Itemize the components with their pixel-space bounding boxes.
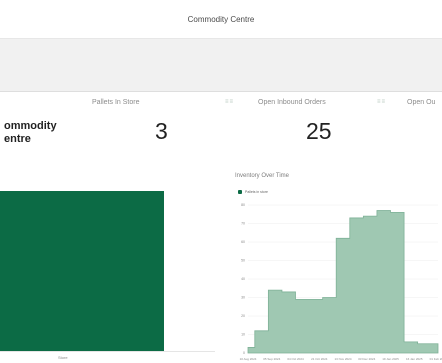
chart-title: Inventory Over Time xyxy=(235,173,290,179)
site-title: ommodity entre xyxy=(4,120,74,146)
legend-swatch xyxy=(238,190,242,194)
y-tick-label: 40 xyxy=(241,277,245,281)
left-chart-bar xyxy=(0,191,164,351)
y-tick-label: 70 xyxy=(241,222,245,226)
left-chart-axis xyxy=(0,351,215,352)
x-tick-label: 05 Sep 2024 xyxy=(263,357,280,361)
x-tick-label: 13 Nov 2024 xyxy=(334,357,351,361)
y-tick-label: 20 xyxy=(241,314,245,318)
legend-label: Pallets in store xyxy=(245,190,268,194)
x-tick-label: 19 Jan 2025 xyxy=(382,357,399,361)
x-tick-label: 10 Aug 2024 xyxy=(240,357,257,361)
site-title-line-1: ommodity xyxy=(4,120,57,132)
left-chart-tick: Store xyxy=(58,355,68,360)
y-tick-label: 10 xyxy=(241,333,245,337)
y-tick-label: 0 xyxy=(243,351,245,355)
stat-pallets-value: 3 xyxy=(155,118,168,144)
y-tick-label: 80 xyxy=(241,203,245,207)
inventory-chart: 80 70 60 50 40 30 20 10 0 10 Aug 2024 05 Sep 2024… xyxy=(240,203,442,361)
x-tick-label: 21 Oct 2024 xyxy=(311,357,328,361)
y-tick-label: 60 xyxy=(241,240,245,244)
y-tick-label: 30 xyxy=(241,296,245,300)
stat-outbound-label: Open Ou xyxy=(407,99,436,106)
x-tick-label: 01 Feb 2025 xyxy=(430,357,442,361)
title-bar: Commodity Centre xyxy=(0,0,442,39)
chart-legend[interactable]: Pallets in store xyxy=(238,190,268,194)
x-tick-label: 04 Oct 2024 xyxy=(287,357,304,361)
app-title: Commodity Centre xyxy=(187,14,255,24)
drag-handle-icon[interactable]: ≡≡ xyxy=(377,99,386,105)
x-tick-label: 16 Jan 2025 xyxy=(406,357,423,361)
x-axis-labels: 10 Aug 2024 05 Sep 2024 04 Oct 2024 21 Oct … xyxy=(240,357,442,361)
drag-handle-icon[interactable]: ≡≡ xyxy=(225,99,234,105)
stat-pallets-label: Pallets In Store xyxy=(92,99,140,106)
toolbar xyxy=(0,39,442,92)
x-tick-label: 03 Dec 2024 xyxy=(358,357,375,361)
y-tick-label: 50 xyxy=(241,259,245,263)
y-axis-labels: 80 70 60 50 40 30 20 10 0 xyxy=(241,203,245,355)
stat-inbound-value: 25 xyxy=(306,118,332,144)
stat-inbound-label: Open Inbound Orders xyxy=(258,99,326,106)
site-title-line-2: entre xyxy=(4,133,31,145)
inventory-area xyxy=(247,210,439,354)
